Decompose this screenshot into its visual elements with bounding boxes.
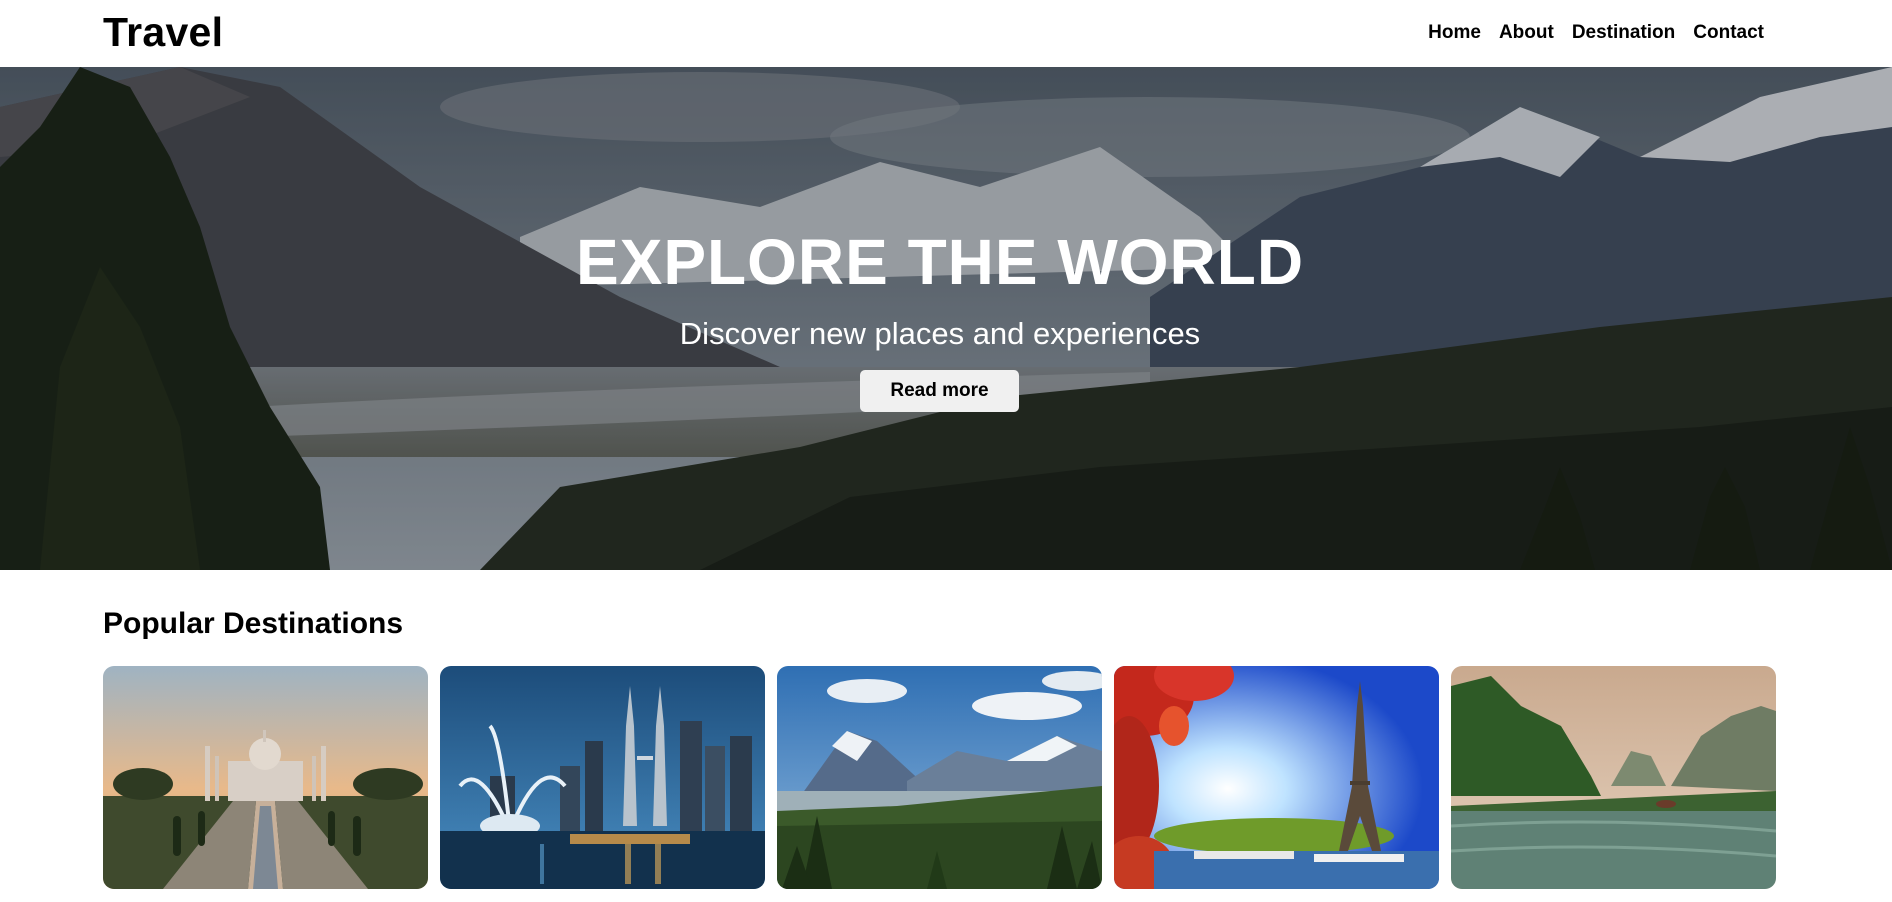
main-nav: Home About Destination Contact bbox=[1428, 21, 1764, 45]
site-header: Travel Home About Destination Contact bbox=[0, 0, 1892, 67]
hero-title: EXPLORE THE WORLD bbox=[575, 226, 1305, 298]
brand-logo[interactable]: Travel bbox=[103, 8, 223, 56]
destination-card-city-skyline[interactable] bbox=[440, 666, 765, 889]
section-title: Popular Destinations bbox=[103, 607, 404, 640]
hero-subtitle: Discover new places and experiences bbox=[679, 316, 1201, 351]
nav-home[interactable]: Home bbox=[1428, 21, 1481, 45]
nav-contact[interactable]: Contact bbox=[1693, 21, 1764, 45]
mountain-valley-image bbox=[777, 666, 1102, 889]
city-skyline-image bbox=[440, 666, 765, 889]
nav-about[interactable]: About bbox=[1499, 21, 1554, 45]
nav-destination[interactable]: Destination bbox=[1572, 21, 1675, 45]
hero-banner: EXPLORE THE WORLD Discover new places an… bbox=[0, 67, 1892, 570]
destination-card-eiffel-tower[interactable] bbox=[1114, 666, 1439, 889]
read-more-button[interactable]: Read more bbox=[860, 370, 1019, 412]
destination-card-mountain-valley[interactable] bbox=[777, 666, 1102, 889]
eiffel-tower-image bbox=[1114, 666, 1439, 889]
destination-card-river-cliffs[interactable] bbox=[1451, 666, 1776, 889]
river-cliffs-image bbox=[1451, 666, 1776, 889]
taj-mahal-image bbox=[103, 666, 428, 889]
destination-cards bbox=[103, 666, 1776, 889]
destination-card-taj-mahal[interactable] bbox=[103, 666, 428, 889]
